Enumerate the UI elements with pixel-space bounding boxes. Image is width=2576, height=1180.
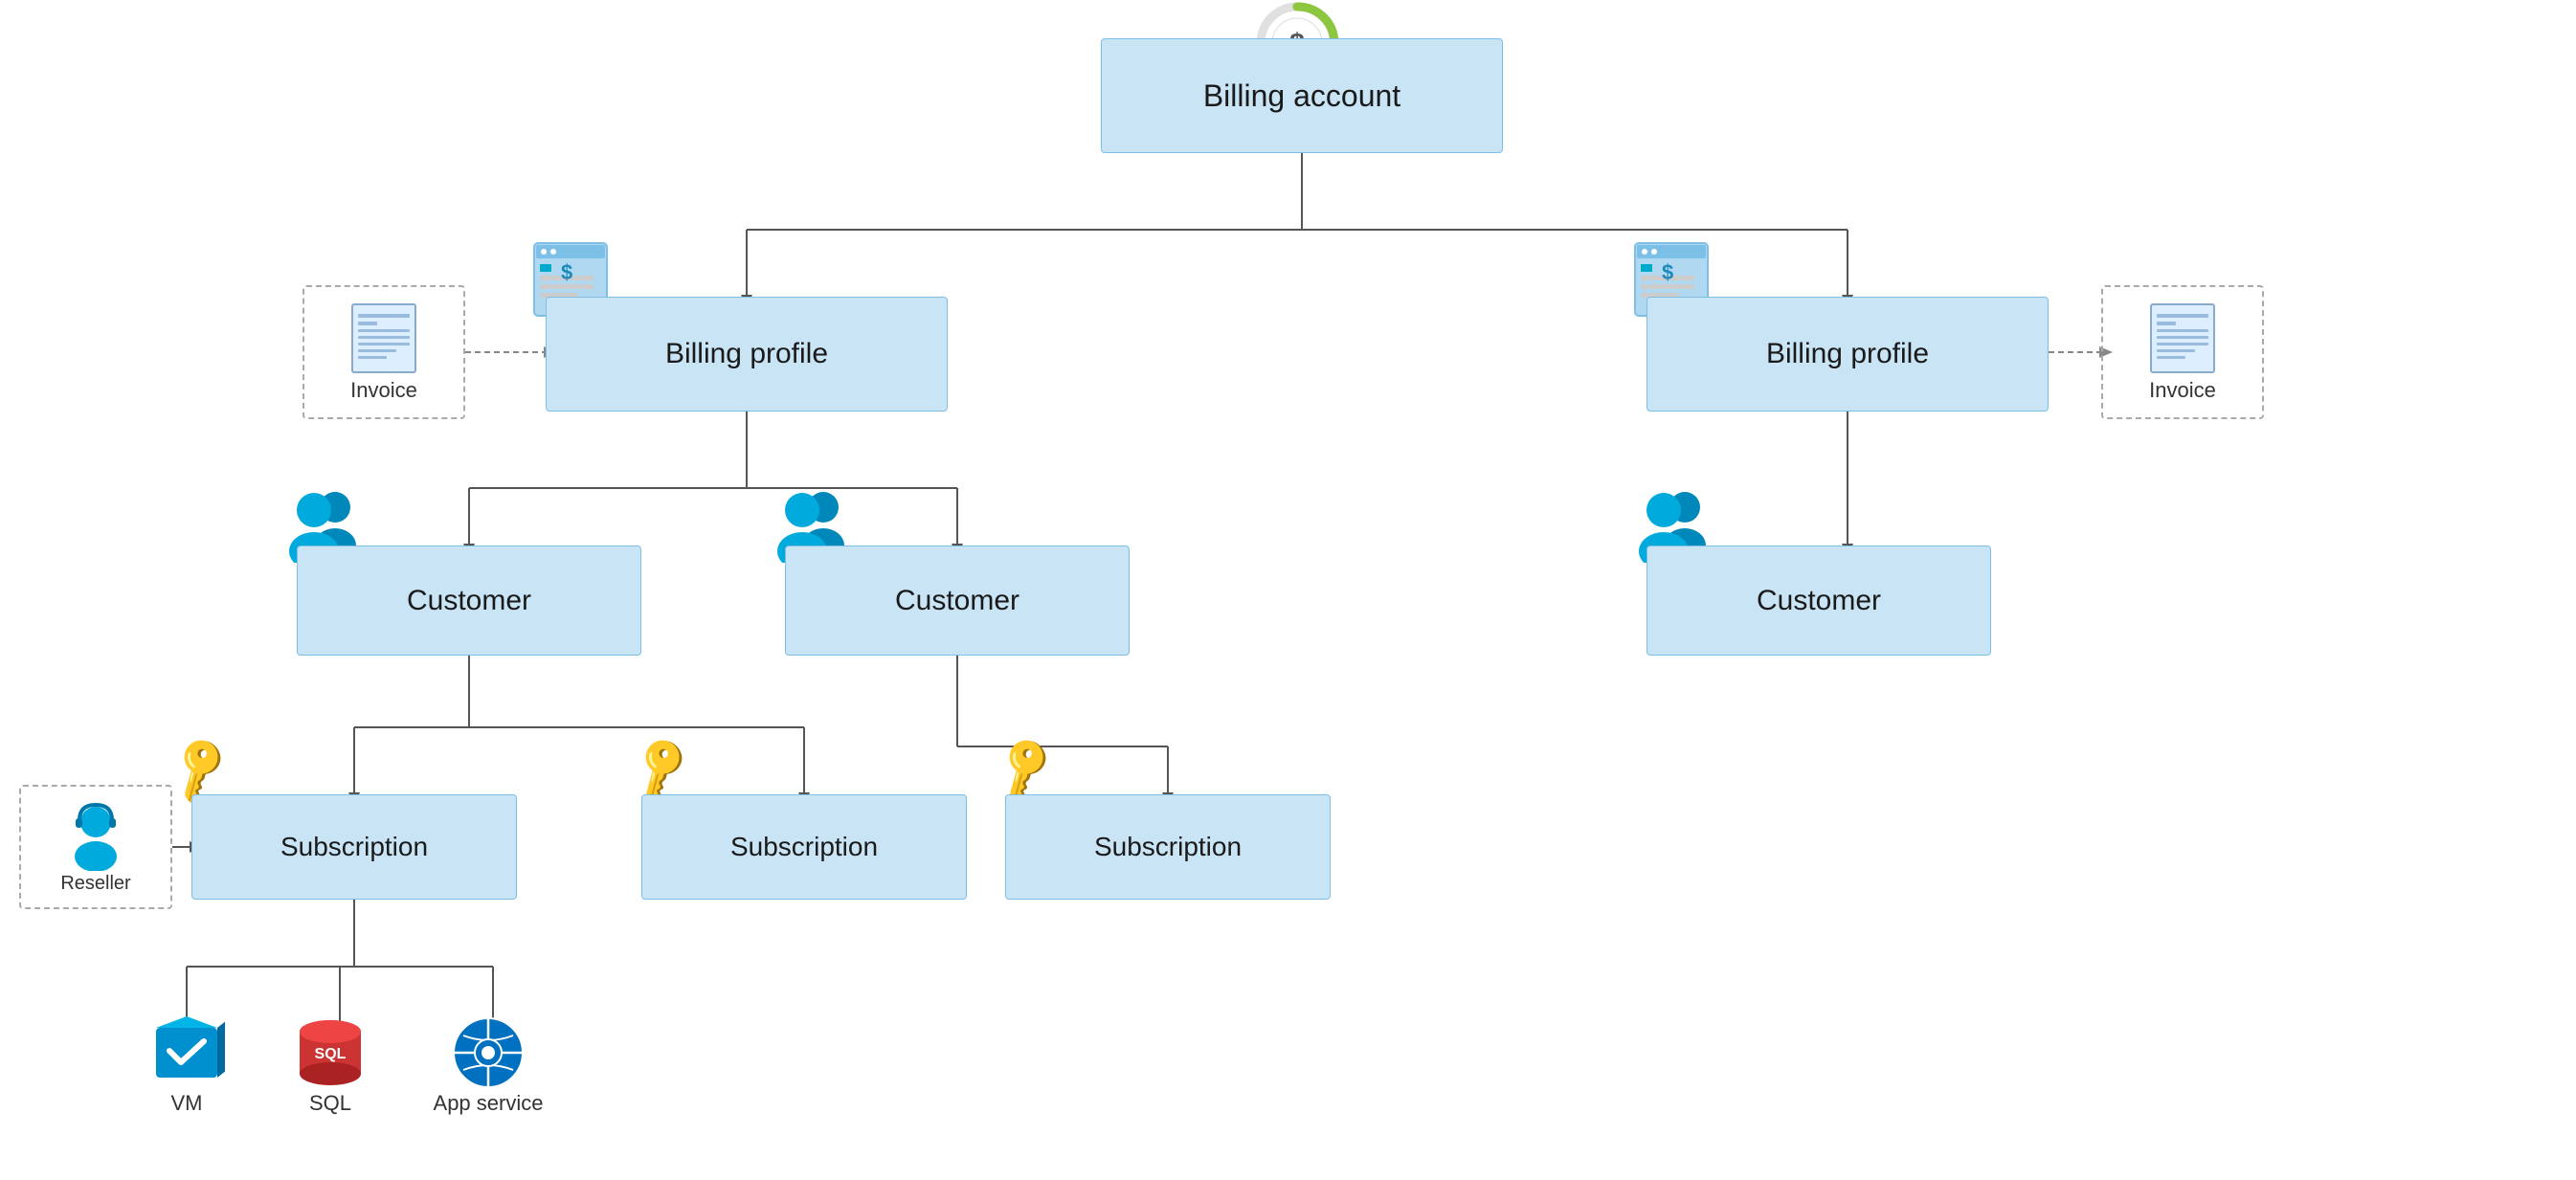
subscription-2-label: Subscription bbox=[730, 832, 878, 862]
billing-profile-right-node: Billing profile bbox=[1646, 297, 2049, 412]
billing-account-node: Billing account bbox=[1101, 38, 1503, 153]
billing-profile-left-label: Billing profile bbox=[665, 338, 828, 370]
invoice-left-node: Invoice bbox=[302, 285, 465, 419]
svg-text:$: $ bbox=[561, 260, 572, 284]
billing-profile-right-label: Billing profile bbox=[1766, 338, 1929, 370]
sql-resource: SQL SQL bbox=[268, 1014, 392, 1129]
customer-1-node: Customer bbox=[297, 545, 641, 656]
customer-1-label: Customer bbox=[407, 585, 531, 617]
subscription-2-node: Subscription bbox=[641, 794, 967, 900]
vm-resource: VM bbox=[124, 1014, 249, 1129]
subscription-3-node: Subscription bbox=[1005, 794, 1331, 900]
billing-profile-left-node: Billing profile bbox=[546, 297, 948, 412]
invoice-right-node: Invoice bbox=[2101, 285, 2264, 419]
customer-2-node: Customer bbox=[785, 545, 1130, 656]
svg-text:$: $ bbox=[1662, 260, 1673, 284]
subscription-3-label: Subscription bbox=[1094, 832, 1242, 862]
app-service-resource: App service bbox=[421, 1014, 555, 1129]
reseller-node: Reseller bbox=[19, 785, 172, 909]
customer-3-label: Customer bbox=[1757, 585, 1881, 617]
diagram-container: $ Billing account $ Billing profile bbox=[0, 0, 2576, 1180]
svg-text:SQL: SQL bbox=[315, 1046, 347, 1062]
billing-account-label: Billing account bbox=[1203, 78, 1400, 114]
subscription-1-node: Subscription bbox=[191, 794, 517, 900]
app-service-label: App service bbox=[434, 1091, 544, 1116]
customer-3-node: Customer bbox=[1646, 545, 1991, 656]
invoice-right-label: Invoice bbox=[2149, 378, 2216, 403]
customer-2-label: Customer bbox=[895, 585, 1019, 617]
reseller-label: Reseller bbox=[60, 873, 130, 895]
sql-label: SQL bbox=[309, 1091, 351, 1116]
subscription-1-label: Subscription bbox=[280, 832, 428, 862]
vm-label: VM bbox=[171, 1091, 203, 1116]
invoice-left-label: Invoice bbox=[350, 378, 417, 403]
